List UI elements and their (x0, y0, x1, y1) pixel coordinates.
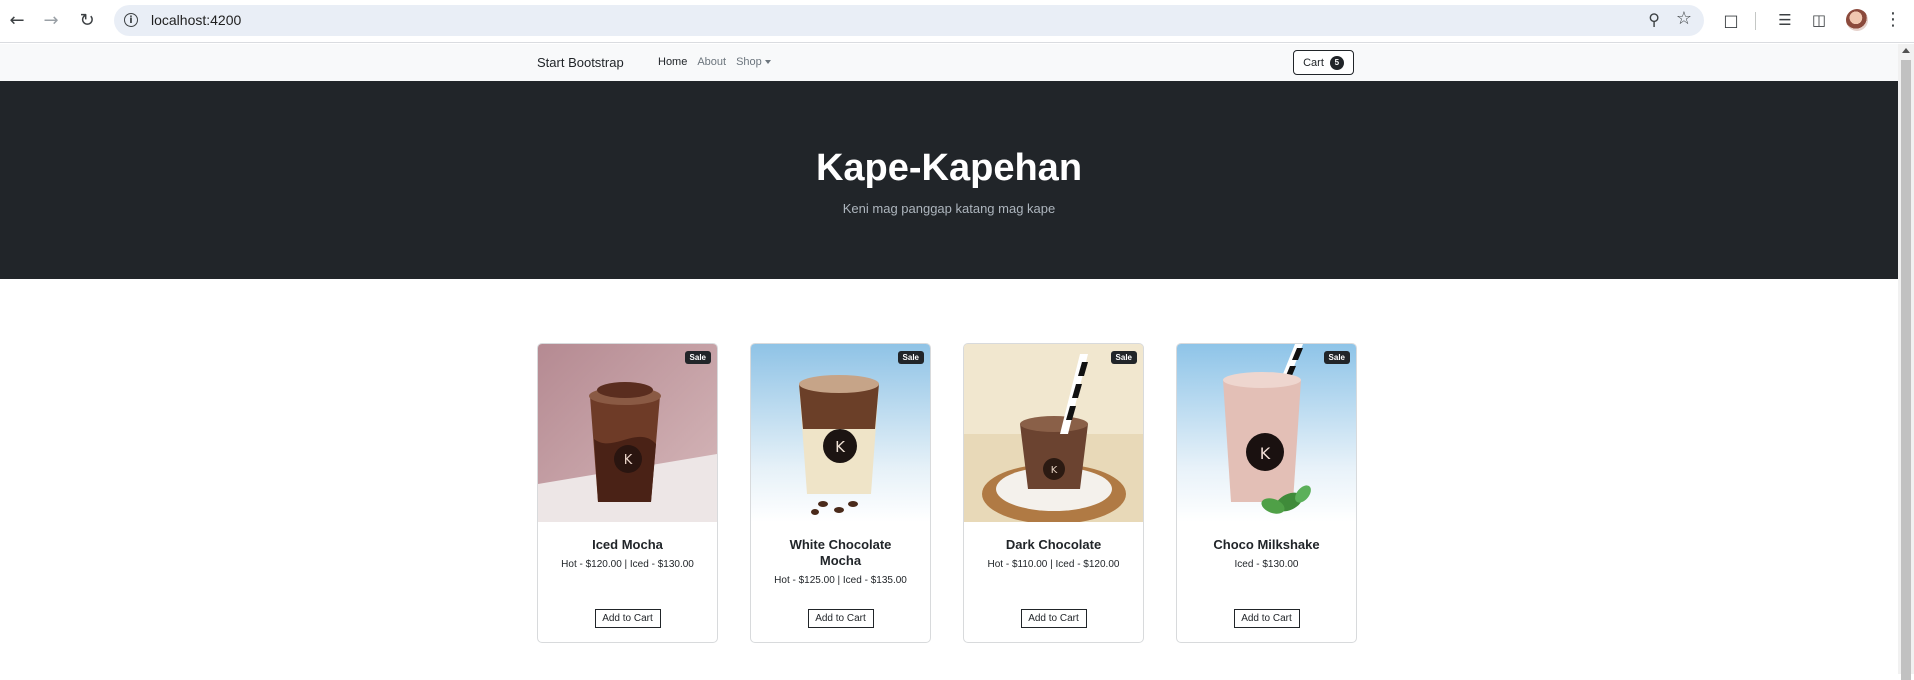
add-to-cart-button[interactable]: Add to Cart (807, 609, 874, 628)
svg-text:K: K (1260, 444, 1271, 463)
hero-title: Kape-Kapehan (815, 147, 1083, 189)
browser-toolbar: ← → ↻ i localhost:4200 ⚲ ☆ □ ☰ ◫ ⋮ (0, 0, 1914, 43)
product-card: K Sale White Chocolate Mocha Hot - $125.… (750, 343, 931, 643)
sale-badge: Sale (897, 351, 924, 364)
site-info-icon[interactable]: i (124, 13, 138, 27)
product-card: K Sale Choco Milkshake Iced - $130.00 Ad… (1176, 343, 1357, 643)
url-text[interactable]: localhost:4200 (151, 12, 241, 28)
svg-text:K: K (624, 453, 633, 468)
nav-links: Home About Shop (658, 56, 771, 68)
page-scrollbar[interactable] (1898, 44, 1914, 680)
product-image-white-chocolate-mocha: K Sale (751, 344, 930, 522)
product-name: White Chocolate Mocha (789, 537, 892, 568)
profile-avatar[interactable] (1846, 9, 1868, 31)
scrollbar-thumb[interactable] (1901, 60, 1911, 680)
svg-text:K: K (1051, 465, 1058, 476)
scroll-up-arrow-icon[interactable] (1902, 48, 1910, 53)
product-name: Iced Mocha (592, 537, 663, 552)
media-control-icon[interactable]: ☰ (1774, 9, 1796, 31)
product-card-body: Iced Mocha Hot - $120.00 | Iced - $130.0… (538, 522, 717, 570)
product-card-body: Dark Chocolate Hot - $110.00 | Iced - $1… (964, 522, 1143, 570)
nav-dropdown-shop[interactable]: Shop (736, 56, 771, 68)
navbar-brand[interactable]: Start Bootstrap (537, 55, 624, 70)
product-grid: K Sale Iced Mocha Hot - $120.00 | Iced -… (537, 343, 1357, 643)
nav-link-about[interactable]: About (697, 56, 726, 68)
product-image-dark-chocolate: K Sale (964, 344, 1143, 522)
product-price: Iced - $130.00 (1234, 559, 1299, 570)
forward-icon[interactable]: → (40, 9, 62, 31)
product-name: Choco Milkshake (1213, 537, 1320, 552)
cart-button[interactable]: Cart 5 (1293, 50, 1354, 75)
product-name: Dark Chocolate (1005, 537, 1102, 552)
product-price: Hot - $110.00 | Iced - $120.00 (987, 559, 1120, 570)
address-bar[interactable]: i localhost:4200 ⚲ ☆ (114, 5, 1704, 36)
browser-menu-icon[interactable]: ⋮ (1884, 9, 1902, 30)
add-to-cart-button[interactable]: Add to Cart (1020, 609, 1087, 628)
product-card: K Sale Iced Mocha Hot - $120.00 | Iced -… (537, 343, 718, 643)
extensions-icon[interactable]: □ (1720, 9, 1742, 31)
cart-count-badge: 5 (1329, 55, 1344, 70)
sale-badge: Sale (1110, 351, 1137, 364)
page-viewport: Start Bootstrap Home About Shop Cart 5 K… (0, 44, 1898, 674)
hero-subtitle: Keni mag panggap katang mag kape (842, 201, 1056, 216)
zoom-icon[interactable]: ⚲ (1648, 10, 1660, 29)
nav-link-home[interactable]: Home (658, 56, 687, 68)
add-to-cart-button[interactable]: Add to Cart (594, 609, 661, 628)
product-image-choco-milkshake: K Sale (1177, 344, 1356, 522)
sale-badge: Sale (684, 351, 711, 364)
side-panel-icon[interactable]: ◫ (1808, 9, 1830, 31)
site-navbar: Start Bootstrap Home About Shop Cart 5 (0, 44, 1898, 81)
product-card-body: Choco Milkshake Iced - $130.00 (1177, 522, 1356, 570)
product-image-iced-mocha: K Sale (538, 344, 717, 522)
add-to-cart-button[interactable]: Add to Cart (1233, 609, 1300, 628)
nav-shop-label: Shop (736, 56, 762, 68)
back-icon[interactable]: ← (6, 9, 28, 31)
product-price: Hot - $125.00 | Iced - $135.00 (774, 575, 907, 586)
toolbar-separator (1755, 12, 1756, 30)
hero-header: Kape-Kapehan Keni mag panggap katang mag… (0, 81, 1898, 279)
bookmark-star-icon[interactable]: ☆ (1676, 8, 1692, 29)
svg-text:K: K (835, 438, 846, 456)
reload-icon[interactable]: ↻ (76, 9, 98, 31)
product-card: K Sale Dark Chocolate Hot - $110.00 | Ic… (963, 343, 1144, 643)
caret-down-icon (764, 60, 771, 65)
product-card-body: White Chocolate Mocha Hot - $125.00 | Ic… (751, 522, 930, 586)
product-price: Hot - $120.00 | Iced - $130.00 (561, 559, 694, 570)
cart-label: Cart (1303, 56, 1324, 69)
sale-badge: Sale (1323, 351, 1350, 364)
